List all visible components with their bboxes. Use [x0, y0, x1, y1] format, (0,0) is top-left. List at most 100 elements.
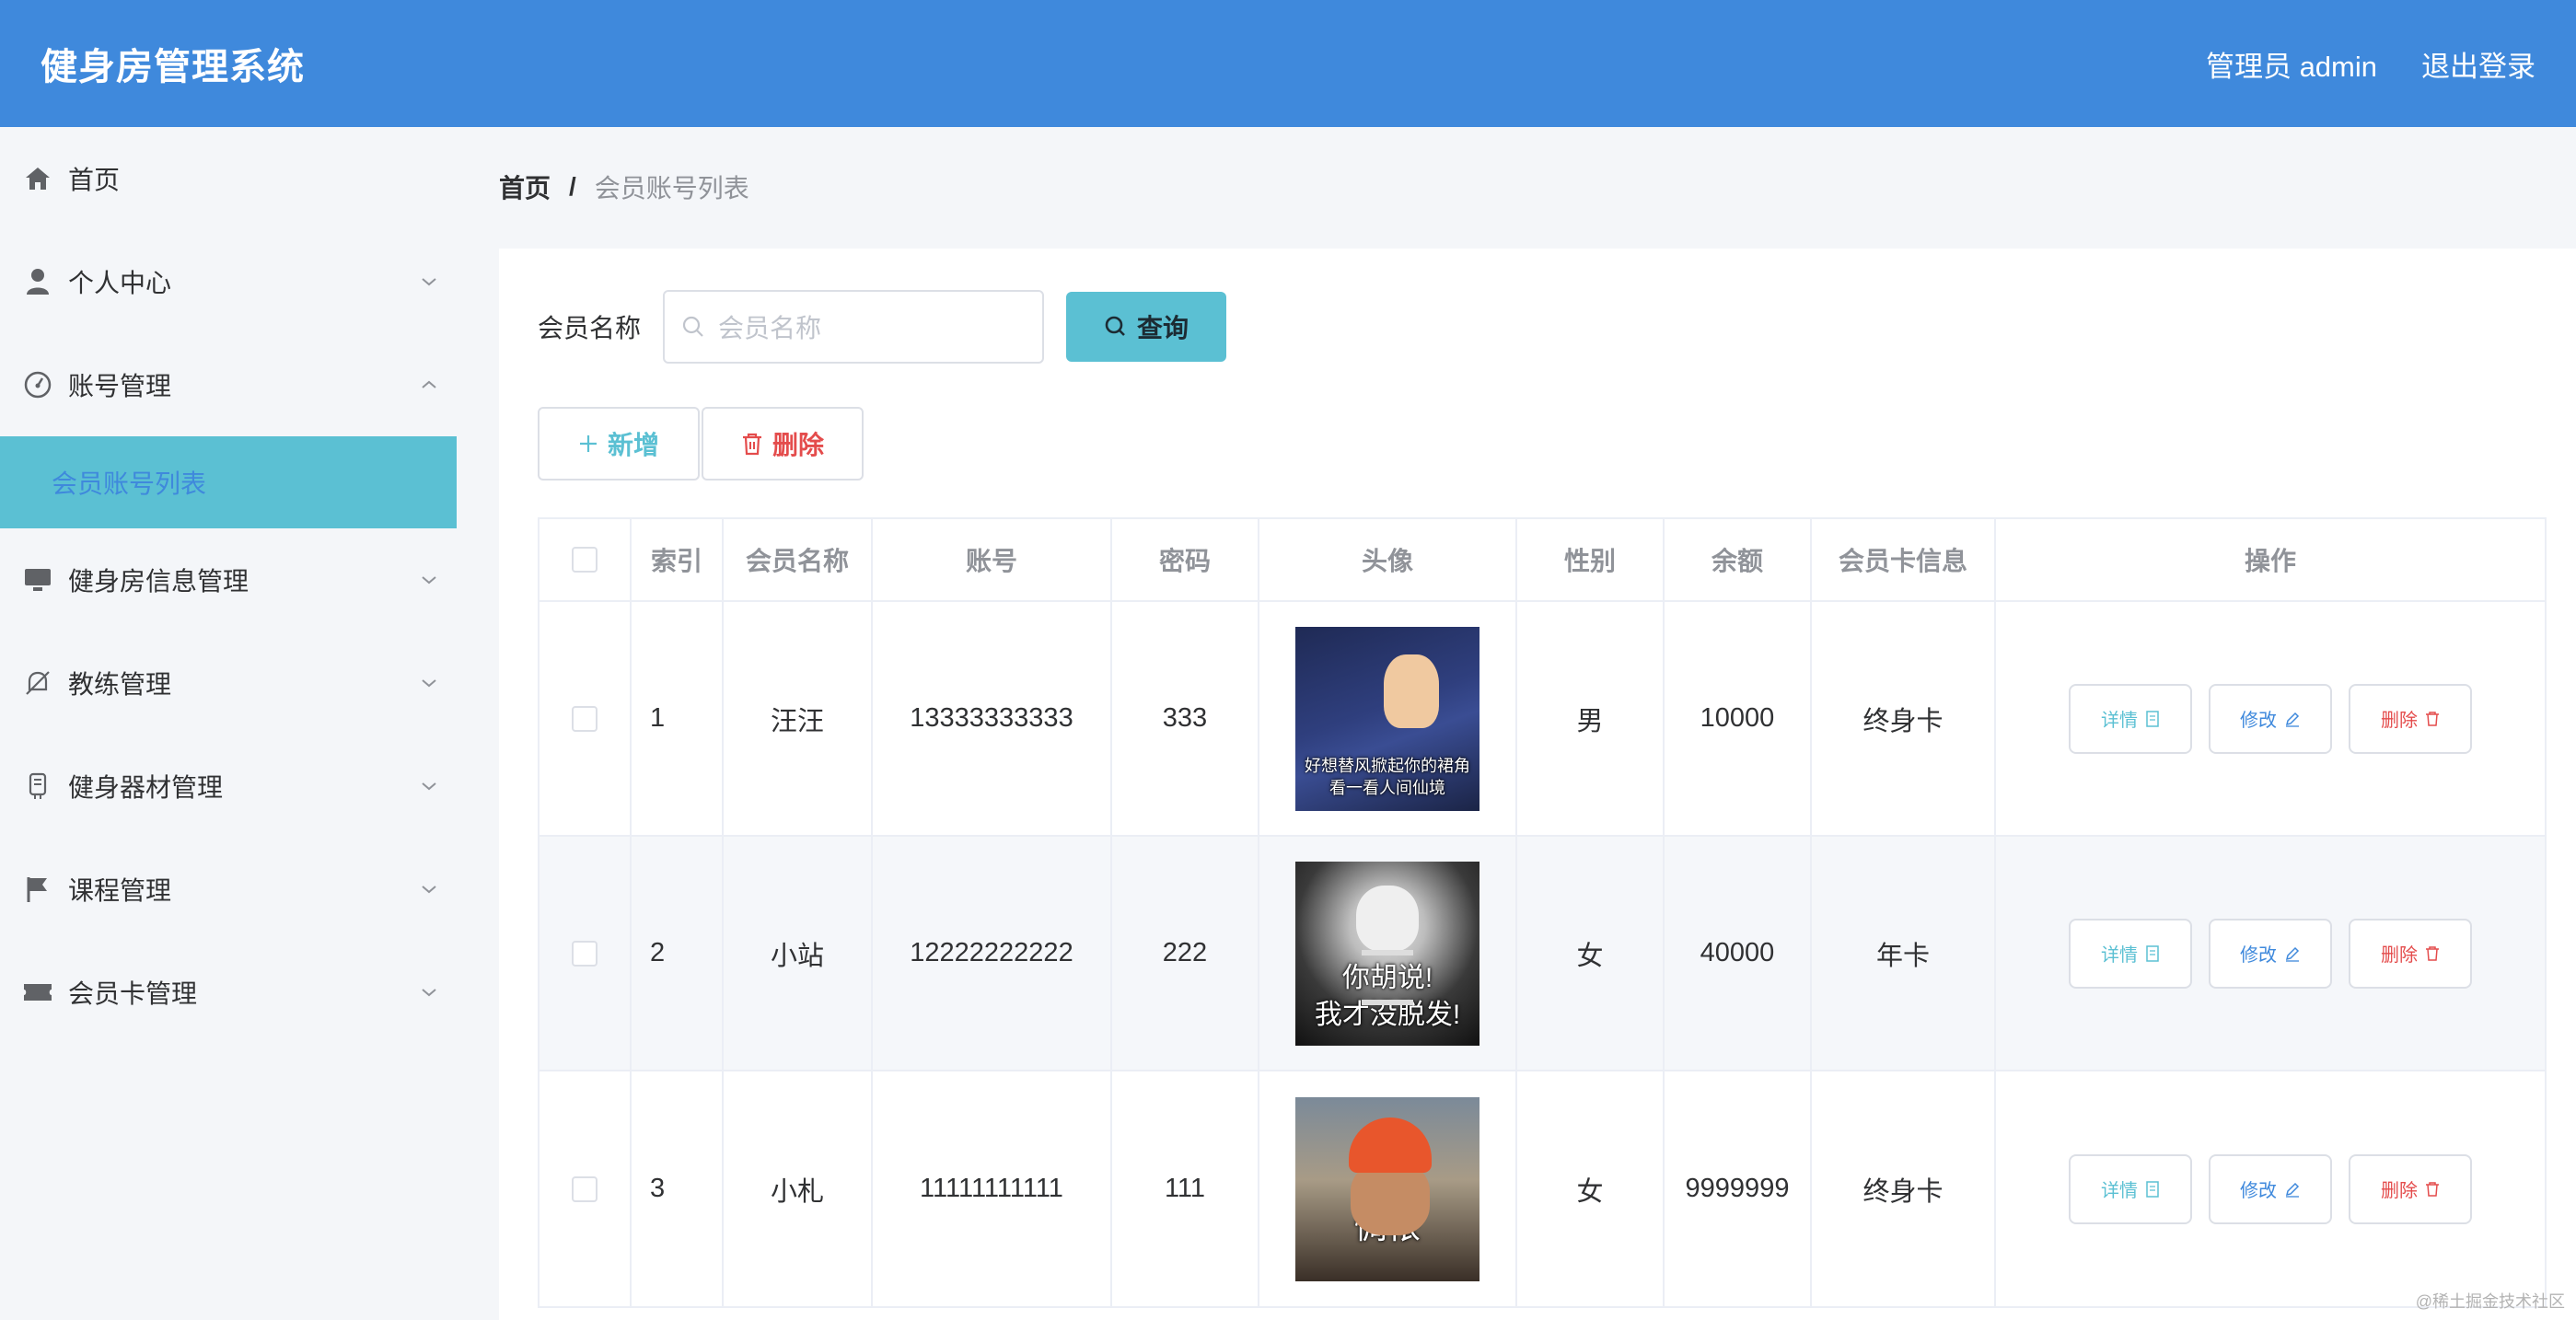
chevron-down-icon: [422, 989, 436, 997]
header-right: 管理员 admin 退出登录: [2206, 43, 2535, 85]
sidebar-item-label: 健身器材管理: [68, 773, 224, 802]
flag-icon: [22, 874, 53, 905]
cell-balance: 40000: [1665, 837, 1812, 1070]
bell-off-icon: [22, 667, 53, 699]
table-row[interactable]: 1 汪汪 13333333333 333 好想替风掀起你的裙角 看一看人间仙境 …: [540, 602, 2545, 837]
sidebar-item-coach-management[interactable]: 教练管理: [0, 631, 457, 735]
plus-icon: [579, 435, 597, 452]
table-row[interactable]: 2 小站 12222222222 222 你胡说! 我才没脱发! 女 40000…: [540, 837, 2545, 1071]
table-header-row: 索引 会员名称 账号 密码 头像 性别 余额 会员卡信息 操作: [540, 519, 2545, 602]
add-button-label: 新增: [607, 431, 659, 459]
detail-label: 详情: [2101, 945, 2138, 966]
cell-card-info: 年卡: [1812, 837, 1996, 1070]
search-label: 会员名称: [538, 314, 642, 342]
query-button[interactable]: 查询: [1066, 292, 1227, 362]
cell-avatar: 好想替风掀起你的裙角 看一看人间仙境: [1259, 602, 1517, 835]
row-select-cell: [540, 1071, 632, 1306]
main-content: 首页 / 会员账号列表 会员名称 会员名称 查询 新增 删除 索引 会员名称 账…: [499, 127, 2576, 1320]
avatar-image: 惆怅: [1295, 1096, 1479, 1281]
search-bar: 会员名称 会员名称 查询: [538, 285, 2537, 368]
add-button[interactable]: 新增: [538, 407, 700, 481]
sidebar-item-account-management[interactable]: 账号管理: [0, 333, 457, 436]
table-row[interactable]: 3 小札 11111111111 111 惆怅 女 9999999 终身卡 详情…: [540, 1071, 2545, 1306]
trash-icon: [742, 433, 761, 456]
cell-member-name: 汪汪: [724, 602, 873, 835]
avatar-image: 好想替风掀起你的裙角 看一看人间仙境: [1295, 626, 1479, 811]
member-name-search-input[interactable]: 会员名称: [663, 290, 1045, 364]
avatar-hand-shape: [1384, 654, 1439, 728]
detail-label: 详情: [2101, 711, 2138, 731]
cell-account: 11111111111: [873, 1071, 1112, 1306]
document-icon: [2146, 944, 2159, 962]
select-all-cell: [540, 519, 632, 600]
header-account: 账号: [873, 519, 1112, 600]
sidebar-item-personal-center[interactable]: 个人中心: [0, 230, 457, 333]
avatar-caption-line: 看一看人间仙境: [1329, 779, 1445, 798]
sidebar-item-course-management[interactable]: 课程管理: [0, 838, 457, 941]
cell-sex: 男: [1517, 602, 1665, 835]
action-toolbar: 新增 删除: [538, 407, 2537, 481]
detail-button[interactable]: 详情: [2069, 683, 2192, 754]
cell-index: 3: [632, 1071, 724, 1306]
breadcrumb-separator: /: [569, 172, 576, 201]
trash-icon: [2426, 1181, 2439, 1197]
cell-account: 13333333333: [873, 602, 1112, 835]
cell-password: 333: [1112, 602, 1259, 835]
row-delete-button[interactable]: 删除: [2349, 918, 2472, 989]
sidebar-item-member-card-management[interactable]: 会员卡管理: [0, 941, 457, 1044]
cell-sex: 女: [1517, 1071, 1665, 1306]
avatar-image: 你胡说! 我才没脱发!: [1295, 861, 1479, 1046]
pencil-icon: [2285, 1182, 2300, 1198]
select-all-checkbox[interactable]: [572, 547, 598, 573]
watermark: @稀土掘金技术社区: [2415, 1292, 2565, 1311]
trash-icon: [2426, 711, 2439, 726]
chevron-down-icon: [422, 278, 436, 286]
edit-label: 修改: [2240, 711, 2277, 731]
avatar-helmet-shape: [1349, 1117, 1432, 1173]
sidebar-subitem-member-account-list[interactable]: 会员账号列表: [0, 436, 457, 528]
app-title: 健身房管理系统: [41, 47, 305, 87]
sidebar-item-label: 会员卡管理: [68, 979, 198, 1008]
breadcrumb-home[interactable]: 首页: [499, 168, 551, 205]
query-button-label: 查询: [1137, 314, 1189, 342]
sidebar-item-equipment-management[interactable]: 健身器材管理: [0, 735, 457, 838]
logout-link[interactable]: 退出登录: [2421, 43, 2535, 85]
cell-operations: 详情 修改 删除: [1996, 837, 2545, 1070]
row-delete-button[interactable]: 删除: [2349, 1153, 2472, 1224]
delete-label: 删除: [2381, 1181, 2418, 1201]
search-placeholder: 会员名称: [718, 314, 822, 342]
cell-balance: 9999999: [1665, 1071, 1812, 1306]
chevron-down-icon: [422, 679, 436, 688]
cell-member-name: 小站: [724, 837, 873, 1070]
device-icon: [22, 770, 53, 802]
edit-button[interactable]: 修改: [2209, 918, 2332, 989]
header-password: 密码: [1112, 519, 1259, 600]
header-index: 索引: [632, 519, 724, 600]
monitor-icon: [22, 564, 53, 596]
row-checkbox[interactable]: [572, 705, 598, 732]
cell-balance: 10000: [1665, 602, 1812, 835]
ticket-icon: [22, 977, 53, 1008]
member-table: 索引 会员名称 账号 密码 头像 性别 余额 会员卡信息 操作 1 汪汪 133…: [538, 517, 2547, 1308]
row-checkbox[interactable]: [572, 1175, 598, 1202]
top-header: 健身房管理系统 管理员 admin 退出登录: [0, 0, 2576, 127]
delete-label: 删除: [2381, 945, 2418, 966]
row-checkbox[interactable]: [572, 940, 598, 967]
row-delete-button[interactable]: 删除: [2349, 683, 2472, 754]
sidebar-item-home[interactable]: 首页: [0, 127, 457, 230]
breadcrumb-current: 会员账号列表: [594, 174, 749, 203]
detail-button[interactable]: 详情: [2069, 1153, 2192, 1224]
admin-user-label[interactable]: 管理员 admin: [2206, 43, 2377, 85]
avatar-caption-line: 好想替风掀起你的裙角: [1305, 756, 1470, 775]
trash-icon: [2426, 945, 2439, 961]
edit-button[interactable]: 修改: [2209, 683, 2332, 754]
sidebar-item-gym-info[interactable]: 健身房信息管理: [0, 528, 457, 631]
detail-button[interactable]: 详情: [2069, 918, 2192, 989]
edit-label: 修改: [2240, 945, 2277, 966]
cell-password: 222: [1112, 837, 1259, 1070]
batch-delete-button[interactable]: 删除: [702, 407, 864, 481]
cell-account: 12222222222: [873, 837, 1112, 1070]
cell-index: 2: [632, 837, 724, 1070]
edit-button[interactable]: 修改: [2209, 1153, 2332, 1224]
header-operations: 操作: [2244, 547, 2296, 575]
